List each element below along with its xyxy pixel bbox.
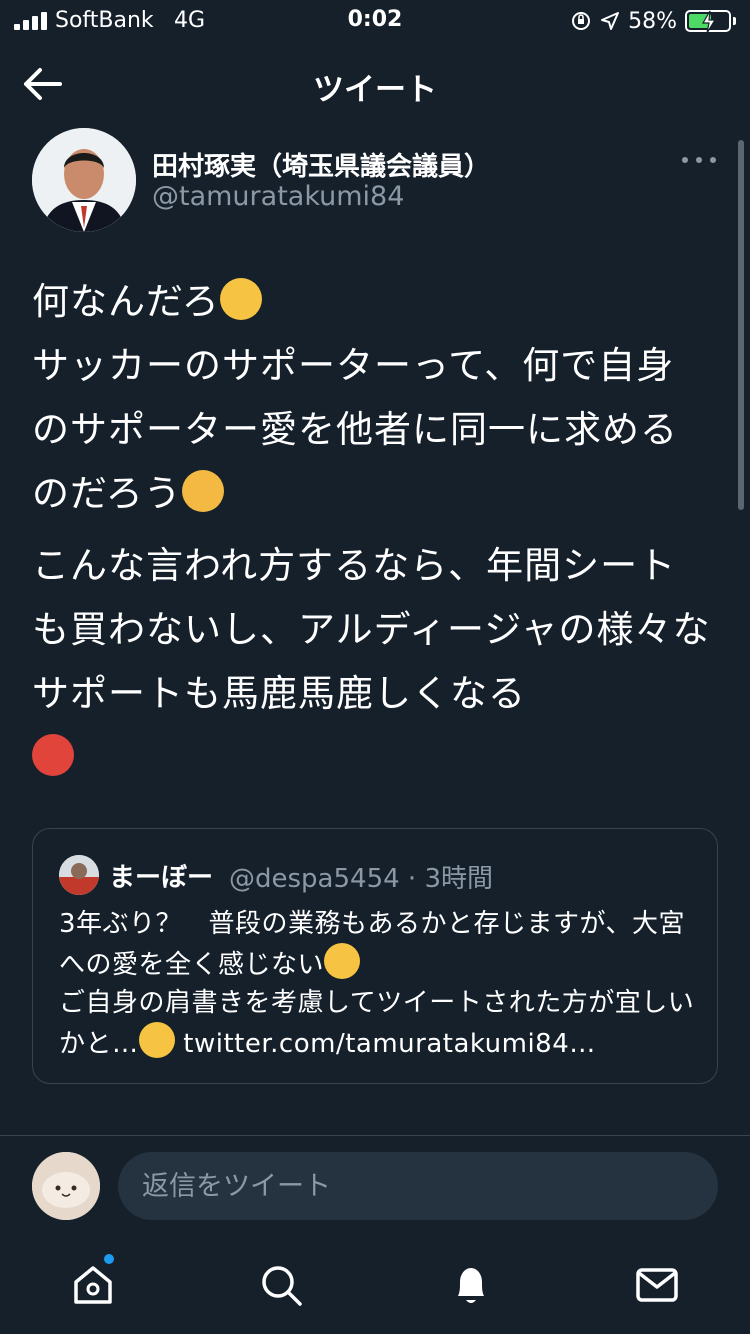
user-avatar[interactable] <box>32 1152 100 1220</box>
scrollbar[interactable] <box>738 140 744 510</box>
battery-percent: 58% <box>628 8 677 34</box>
quote-text: 3年ぶり？ 普段の業務もあるかと存じますが、大宮への愛を全く感じない ご自身の肩… <box>59 905 699 1063</box>
tab-search[interactable] <box>258 1262 304 1308</box>
tab-home[interactable] <box>70 1254 116 1308</box>
quoted-tweet[interactable]: まーぼー @despa5454 · 3時間 3年ぶり？ 普段の業務もあるかと存じ… <box>32 828 718 1084</box>
battery-icon <box>685 10 731 34</box>
author-name[interactable]: 田村琢実（埼玉県議会議員） <box>152 146 490 183</box>
quote-name: まーぼー <box>109 863 214 893</box>
more-icon[interactable] <box>682 148 716 172</box>
reply-input[interactable] <box>118 1152 718 1220</box>
page-title: ツイート <box>313 72 437 108</box>
search-icon <box>262 1266 302 1306</box>
status-right: 58% <box>570 6 736 36</box>
tweet-author: 田村琢実（埼玉県議会議員） @tamuratakumi84 <box>32 128 722 238</box>
home-icon <box>74 1266 112 1304</box>
status-bar: SoftBank 4G 0:02 58% <box>0 0 750 44</box>
smiling-halo-icon <box>138 1022 175 1058</box>
tweet-text: 何なんだろ サッカーのサポーターって、何で自身のサポーター愛を他者に同一に求める… <box>32 270 712 790</box>
tears-of-joy-icon <box>324 943 361 979</box>
tweet-line-3: こんな言われ方するなら、年間シートも買わないし、アルディージャの様々なサポートも… <box>32 544 711 715</box>
tab-messages[interactable] <box>634 1262 680 1308</box>
location-icon <box>601 12 620 30</box>
quote-text-1: 3年ぶり？ 普段の業務もあるかと存じますが、大宮への愛を全く感じない <box>59 909 686 980</box>
header: ツイート <box>0 50 750 118</box>
author-handle[interactable]: @tamuratakumi84 <box>152 181 404 212</box>
thinking-face-icon <box>219 278 262 320</box>
tab-bar <box>0 1240 750 1334</box>
quote-handle-time: @despa5454 · 3時間 <box>229 864 493 894</box>
mail-icon <box>636 1268 678 1302</box>
orientation-lock-icon <box>572 12 591 30</box>
confounded-face-icon <box>181 470 224 512</box>
quote-link[interactable]: twitter.com/tamuratakumi84… <box>183 1029 595 1059</box>
author-avatar[interactable] <box>32 128 136 232</box>
divider <box>0 1135 750 1136</box>
tweet-line-1: 何なんだろ <box>32 280 220 323</box>
tweet-line-2: サッカーのサポーターって、何で自身のサポーター愛を他者に同一に求めるのだろう <box>32 344 678 515</box>
notification-dot <box>104 1254 114 1264</box>
quote-avatar <box>59 855 99 895</box>
bell-icon <box>458 1268 484 1303</box>
cursing-face-icon <box>32 734 74 776</box>
tab-notifications[interactable] <box>448 1262 494 1308</box>
